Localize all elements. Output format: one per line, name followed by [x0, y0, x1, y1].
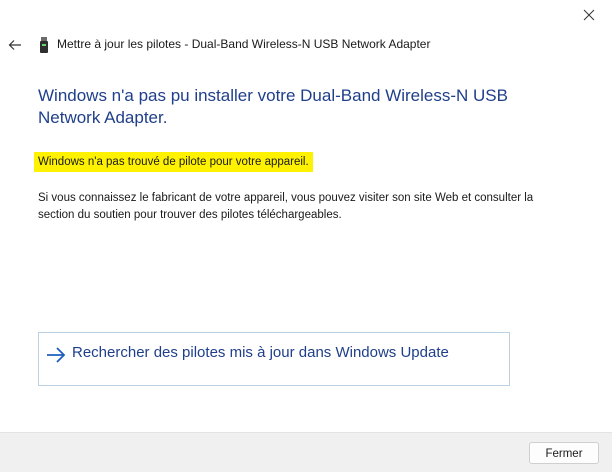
- arrow-right-icon: [47, 347, 66, 363]
- back-button[interactable]: [6, 34, 24, 56]
- back-arrow-icon: [8, 40, 21, 50]
- manufacturer-help-text: Si vous connaissez le fabricant de votre…: [38, 192, 534, 221]
- close-button[interactable]: Fermer: [529, 442, 599, 464]
- usb-device-icon: [40, 37, 48, 53]
- error-heading: Windows n'a pas pu installer votre Dual-…: [38, 86, 508, 127]
- driver-not-found-message: Windows n'a pas trouvé de pilote pour vo…: [34, 152, 313, 172]
- dialog-title: Mettre à jour les pilotes - Dual-Band Wi…: [57, 37, 431, 51]
- windows-update-link-label: Rechercher des pilotes mis à jour dans W…: [72, 344, 449, 361]
- dialog-footer: Fermer: [0, 432, 612, 472]
- driver-update-dialog: Mettre à jour les pilotes - Dual-Band Wi…: [0, 0, 612, 472]
- window-close-button[interactable]: [566, 0, 612, 30]
- close-icon: [583, 9, 595, 21]
- windows-update-search-link[interactable]: Rechercher des pilotes mis à jour dans W…: [38, 332, 510, 386]
